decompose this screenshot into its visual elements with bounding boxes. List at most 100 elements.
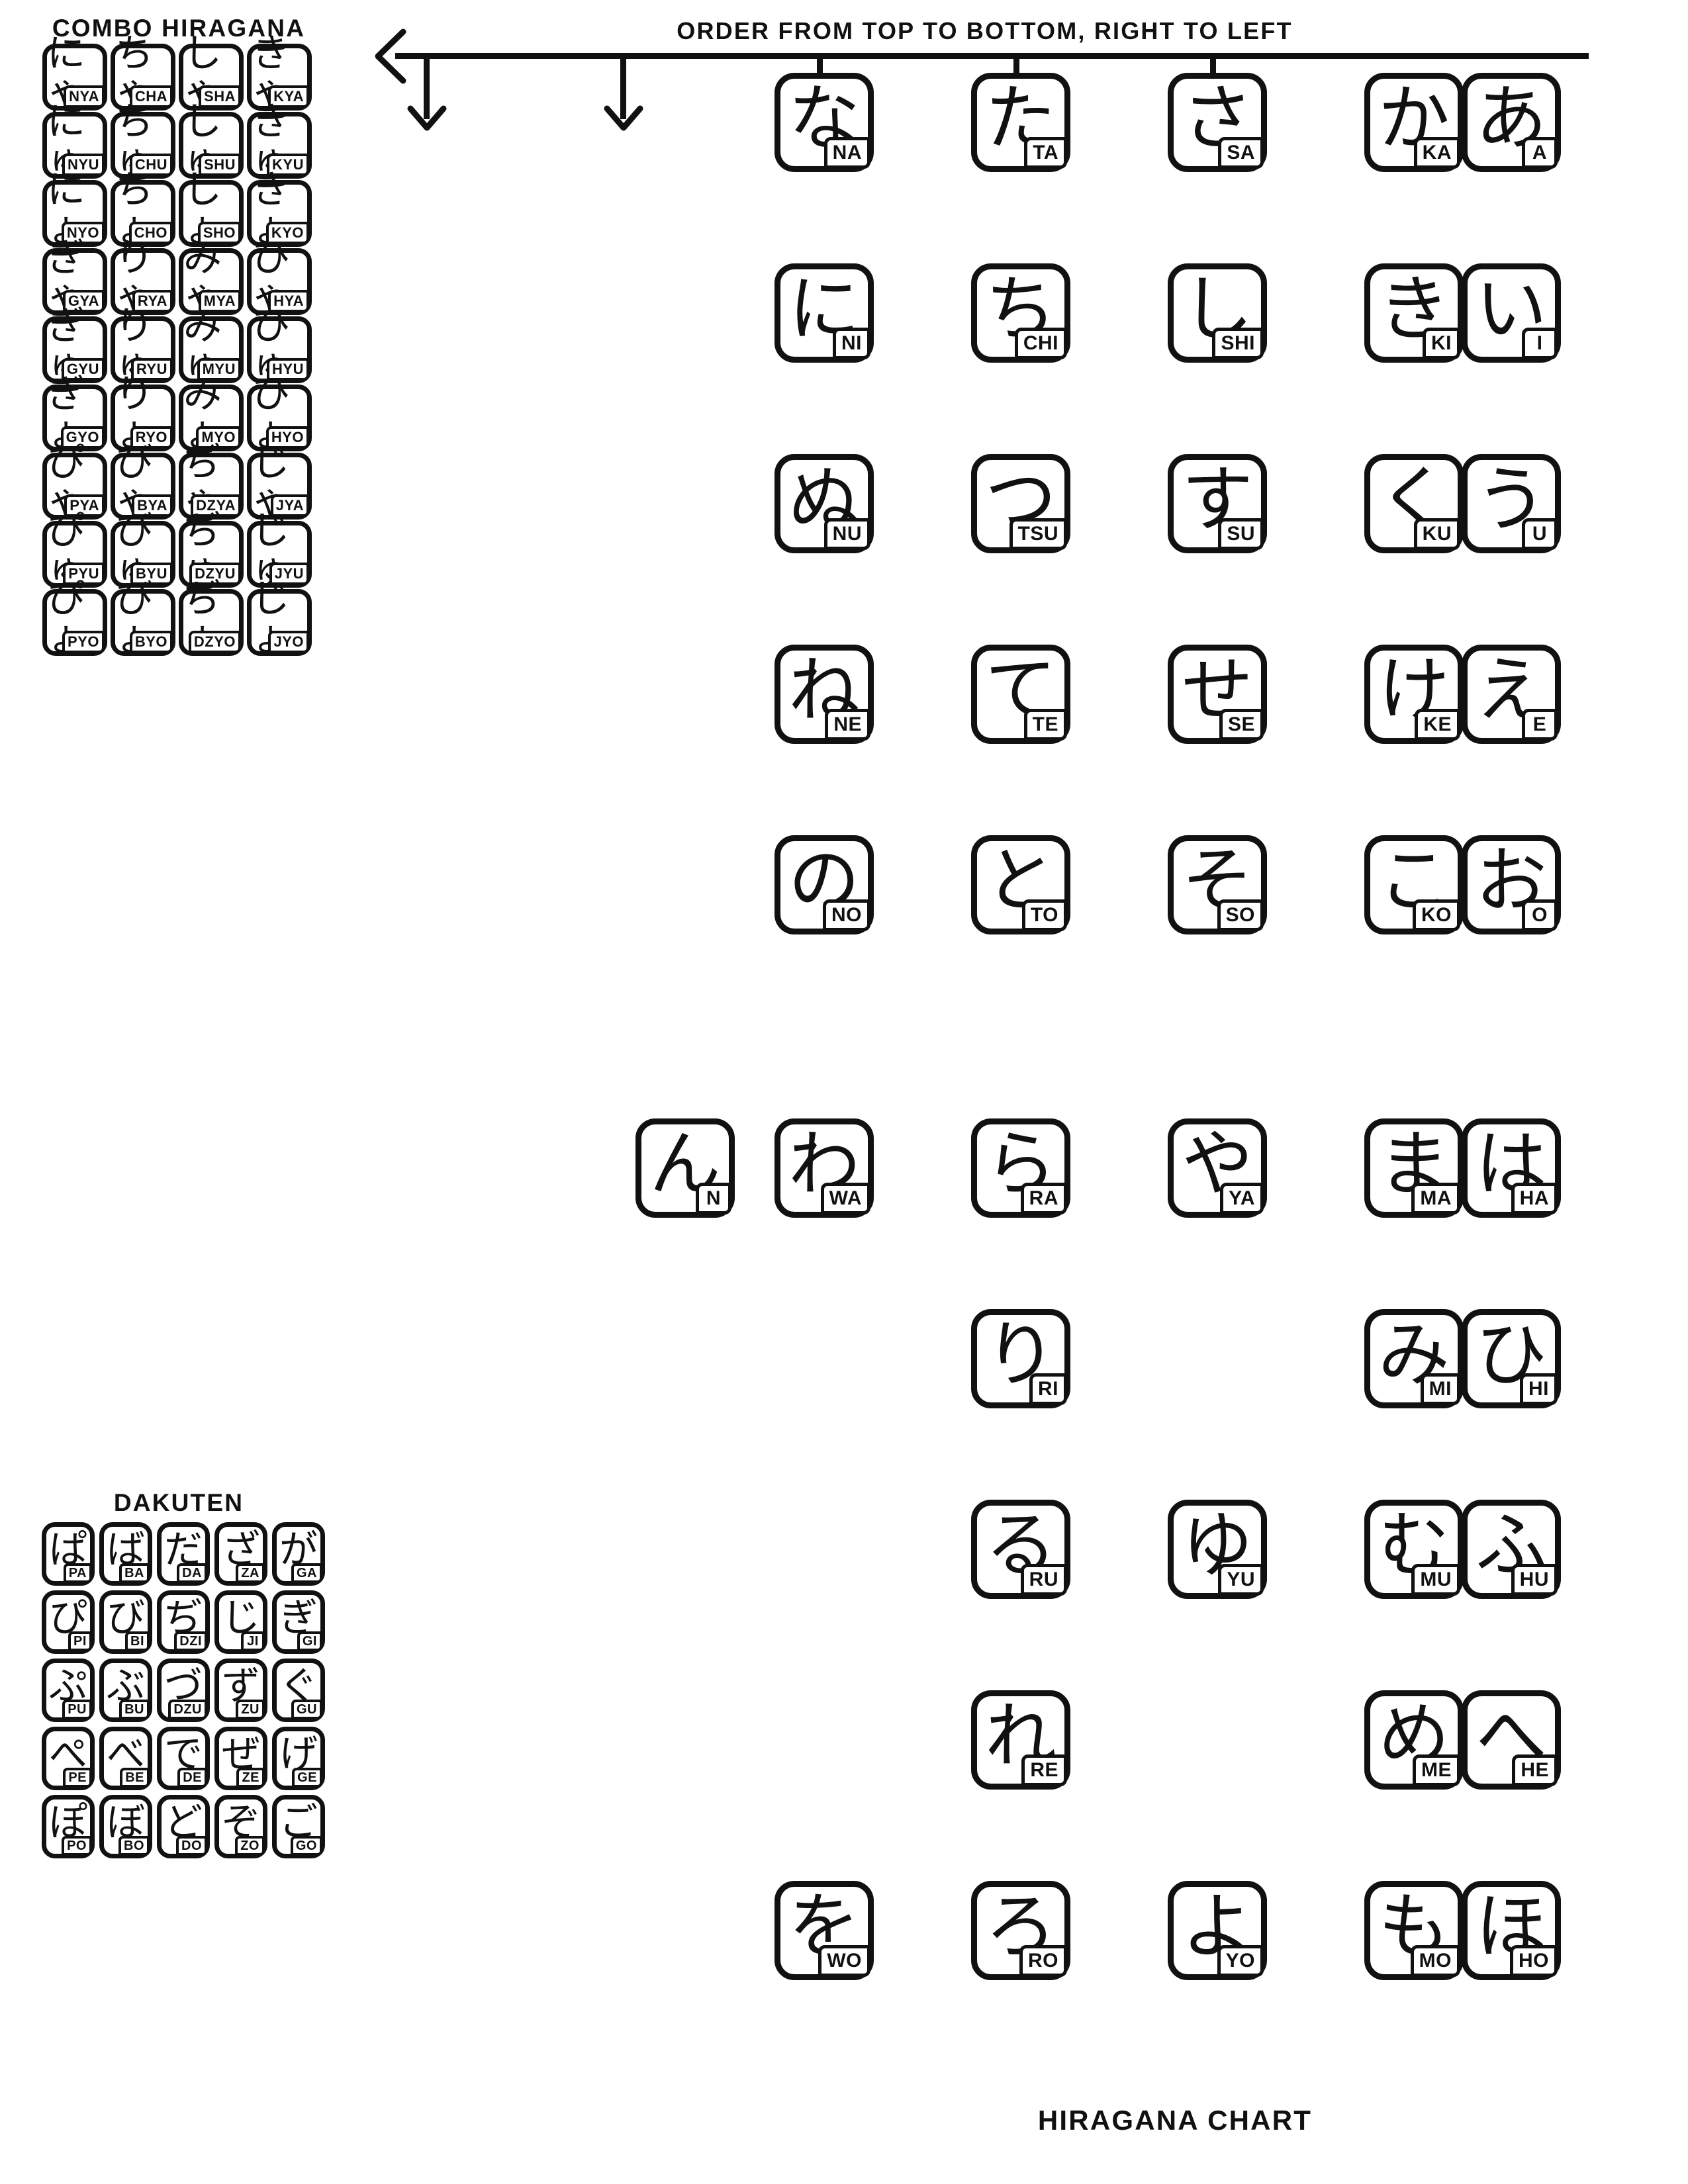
main-card-ri[interactable]: り RI xyxy=(971,1309,1070,1408)
hiragana-chart-title: HIRAGANA CHART xyxy=(1037,2105,1313,2136)
main-card-wo[interactable]: を WO xyxy=(774,1881,874,1980)
dakuten-card-gu[interactable]: ぐ GU xyxy=(272,1659,325,1722)
main-card-me[interactable]: め ME xyxy=(1364,1690,1464,1790)
dakuten-card-pe[interactable]: ぺ PE xyxy=(42,1727,95,1790)
main-card-mi[interactable]: み MI xyxy=(1364,1309,1464,1408)
main-card-n[interactable]: んN xyxy=(635,1118,735,1218)
dakuten-card-ji[interactable]: じ JI xyxy=(214,1590,267,1654)
main-card-no[interactable]: の NO xyxy=(774,835,874,934)
main-card-ke[interactable]: け KE xyxy=(1364,645,1464,744)
main-card-nu[interactable]: ぬ NU xyxy=(774,454,874,553)
main-card-te[interactable]: て TE xyxy=(971,645,1070,744)
romaji-badge: BE xyxy=(120,1768,150,1788)
main-card-o[interactable]: おO xyxy=(1462,835,1561,934)
dakuten-card-pu[interactable]: ぷ PU xyxy=(42,1659,95,1722)
main-card-shi[interactable]: し SHI xyxy=(1168,263,1267,363)
main-card-e[interactable]: えE xyxy=(1462,645,1561,744)
main-card-ho[interactable]: ほ HO xyxy=(1462,1881,1561,1980)
romaji-badge: TO xyxy=(1021,899,1067,931)
main-card-a[interactable]: あA xyxy=(1462,73,1561,172)
main-card-yo[interactable]: よ YO xyxy=(1168,1881,1267,1980)
main-card-ro[interactable]: ろ RO xyxy=(971,1881,1070,1980)
dakuten-card-dzi[interactable]: ぢ DZI xyxy=(157,1590,210,1654)
dakuten-card-de[interactable]: で DE xyxy=(157,1727,210,1790)
romaji-badge: GI xyxy=(297,1631,322,1651)
dakuten-card-bi[interactable]: び BI xyxy=(99,1590,152,1654)
dakuten-card-ze[interactable]: ぜ ZE xyxy=(214,1727,267,1790)
romaji-badge: O xyxy=(1522,899,1558,931)
dakuten-card-zo[interactable]: ぞ ZO xyxy=(214,1795,267,1858)
main-card-mu[interactable]: む MU xyxy=(1364,1500,1464,1599)
dakuten-card-pa[interactable]: ぱ PA xyxy=(42,1522,95,1586)
romaji-badge: BYO xyxy=(129,631,173,653)
dakuten-card-po[interactable]: ぽ PO xyxy=(42,1795,95,1858)
romaji-badge: TE xyxy=(1023,709,1067,741)
main-card-wa[interactable]: わ WA xyxy=(774,1118,874,1218)
main-card-mo[interactable]: も MO xyxy=(1364,1881,1464,1980)
main-card-so[interactable]: そ SO xyxy=(1168,835,1267,934)
dakuten-card-za[interactable]: ざ ZA xyxy=(214,1522,267,1586)
dakuten-card-gi[interactable]: ぎ GI xyxy=(272,1590,325,1654)
romaji-badge: GA xyxy=(291,1563,322,1583)
arrow-head-down-1 xyxy=(407,105,447,131)
romaji-badge: DO xyxy=(176,1836,207,1856)
combo-card-pyo[interactable]: ぴょPYO xyxy=(42,579,107,656)
main-card-chi[interactable]: ち CHI xyxy=(971,263,1070,363)
romaji-badge: HA xyxy=(1511,1183,1558,1214)
dakuten-card-pi[interactable]: ぴ PI xyxy=(42,1590,95,1654)
main-card-ha[interactable]: は HA xyxy=(1462,1118,1561,1218)
main-card-i[interactable]: いI xyxy=(1462,263,1561,363)
romaji-badge: RU xyxy=(1020,1564,1067,1596)
main-card-ta[interactable]: た TA xyxy=(971,73,1070,172)
main-card-ni[interactable]: に NI xyxy=(774,263,874,363)
romaji-badge: DA xyxy=(177,1563,207,1583)
romaji-badge: YU xyxy=(1218,1564,1264,1596)
main-card-sa[interactable]: さ SA xyxy=(1168,73,1267,172)
dakuten-card-go[interactable]: ご GO xyxy=(272,1795,325,1858)
dakuten-card-bo[interactable]: ぼ BO xyxy=(99,1795,152,1858)
romaji-badge: PI xyxy=(68,1631,92,1651)
main-card-ki[interactable]: き KI xyxy=(1364,263,1464,363)
main-card-su[interactable]: す SU xyxy=(1168,454,1267,553)
combo-card-dzyo[interactable]: ぢょDZYO xyxy=(179,579,244,656)
romaji-badge: U xyxy=(1522,518,1558,550)
main-card-ko[interactable]: こ KO xyxy=(1364,835,1464,934)
main-card-ne[interactable]: ね NE xyxy=(774,645,874,744)
main-card-se[interactable]: せ SE xyxy=(1168,645,1267,744)
romaji-badge: DE xyxy=(177,1768,207,1788)
main-card-to[interactable]: と TO xyxy=(971,835,1070,934)
main-card-hi[interactable]: ひ HI xyxy=(1462,1309,1561,1408)
main-card-re[interactable]: れ RE xyxy=(971,1690,1070,1790)
dakuten-card-ge[interactable]: げ GE xyxy=(272,1727,325,1790)
romaji-badge: KI xyxy=(1423,328,1460,359)
dakuten-card-zu[interactable]: ず ZU xyxy=(214,1659,267,1722)
dakuten-card-dzu[interactable]: づ DZU xyxy=(157,1659,210,1722)
dakuten-card-do[interactable]: ど DO xyxy=(157,1795,210,1858)
main-card-ma[interactable]: ま MA xyxy=(1364,1118,1464,1218)
dakuten-card-ga[interactable]: が GA xyxy=(272,1522,325,1586)
dakuten-card-da[interactable]: だ DA xyxy=(157,1522,210,1586)
dakuten-card-ba[interactable]: ば BA xyxy=(99,1522,152,1586)
main-card-hu[interactable]: ふ HU xyxy=(1462,1500,1561,1599)
dakuten-card-bu[interactable]: ぶ BU xyxy=(99,1659,152,1722)
romaji-badge: I xyxy=(1522,328,1558,359)
main-card-yu[interactable]: ゆ YU xyxy=(1168,1500,1267,1599)
dakuten-card-be[interactable]: べ BE xyxy=(99,1727,152,1790)
main-card-he[interactable]: へ HE xyxy=(1462,1690,1561,1790)
romaji-badge: DZYO xyxy=(188,631,241,653)
main-card-ka[interactable]: か KA xyxy=(1364,73,1464,172)
main-card-ra[interactable]: ら RA xyxy=(971,1118,1070,1218)
main-card-ku[interactable]: く KU xyxy=(1364,454,1464,553)
main-card-na[interactable]: な NA xyxy=(774,73,874,172)
romaji-badge: PE xyxy=(63,1768,92,1788)
combo-card-byo[interactable]: びょBYO xyxy=(111,579,175,656)
romaji-badge: KO xyxy=(1413,899,1460,931)
romaji-badge: BI xyxy=(125,1631,150,1651)
main-card-tsu[interactable]: つ TSU xyxy=(971,454,1070,553)
combo-card-jyo[interactable]: じょJYO xyxy=(247,579,312,656)
main-card-ya[interactable]: や YA xyxy=(1168,1118,1267,1218)
romaji-badge: PYO xyxy=(62,631,105,653)
main-card-u[interactable]: うU xyxy=(1462,454,1561,553)
romaji-badge: ZU xyxy=(236,1700,265,1719)
main-card-ru[interactable]: る RU xyxy=(971,1500,1070,1599)
